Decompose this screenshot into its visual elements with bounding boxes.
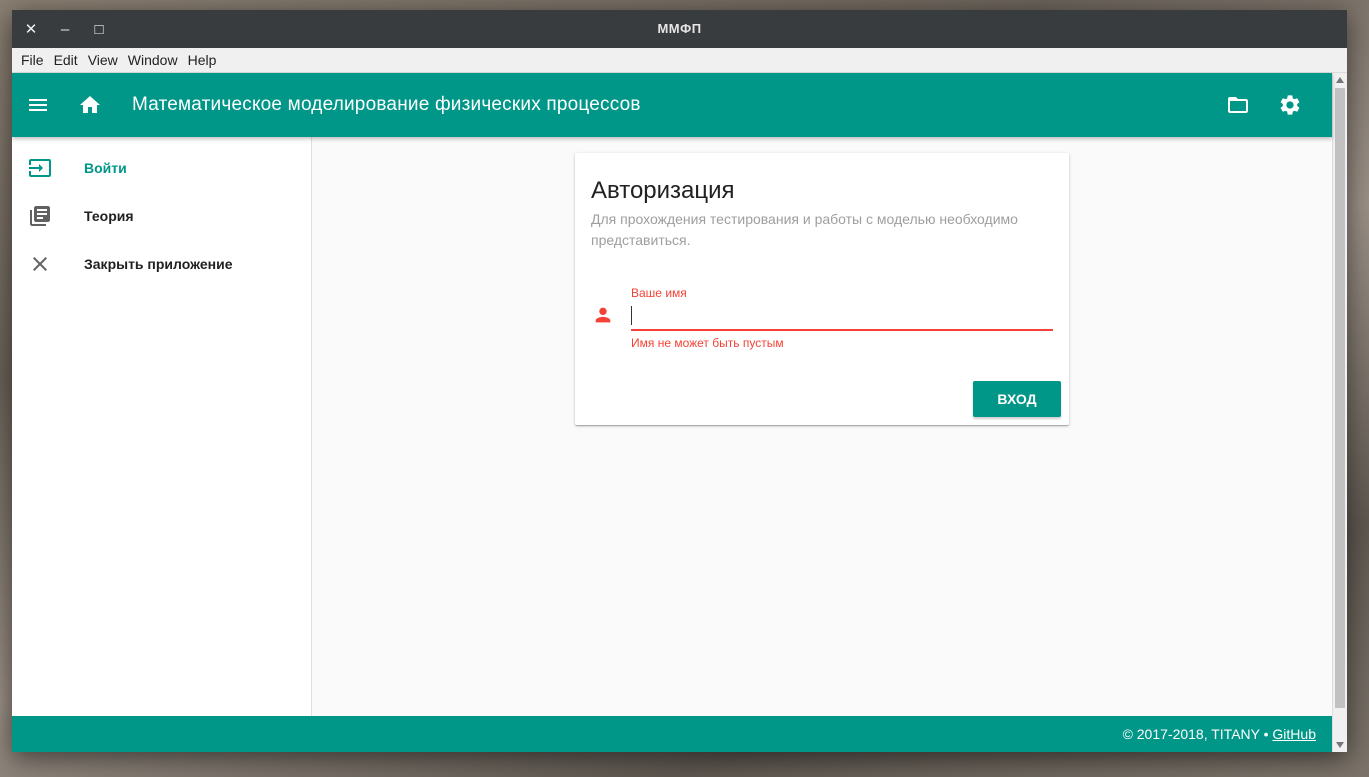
sidebar-item-theory[interactable]: Теория [12,192,311,240]
app-footer: © 2017-2018, TITANY • GitHub [12,716,1332,752]
sidebar-item-label: Войти [84,160,127,176]
footer-copyright: © 2017-2018, TITANY • [1122,726,1269,742]
window-titlebar: ✕ – □ ММФП [12,10,1347,48]
scroll-up-arrow-icon[interactable] [1336,77,1344,83]
menu-edit[interactable]: Edit [49,48,83,73]
name-field-label: Ваше имя [631,286,687,300]
menu-view[interactable]: View [83,48,123,73]
menu-window[interactable]: Window [123,48,183,73]
menu-icon[interactable] [12,73,64,137]
library-books-icon [12,204,68,228]
settings-icon[interactable] [1264,73,1316,137]
github-link[interactable]: GitHub [1272,726,1316,742]
app-window: ✕ – □ ММФП File Edit View Window Help Ма… [12,10,1347,752]
window-title: ММФП [657,21,702,36]
window-close-button[interactable]: ✕ [14,10,48,48]
app-toolbar: Математическое моделирование физических … [12,73,1332,137]
login-icon [12,156,68,180]
sidebar-item-label: Закрыть приложение [84,256,233,272]
person-icon [592,304,614,331]
folder-icon[interactable] [1212,73,1264,137]
window-minimize-button[interactable]: – [48,10,82,48]
home-icon[interactable] [64,73,116,137]
scrollbar-thumb[interactable] [1335,88,1345,708]
sidebar-nav: Войти Теория Закрыть приложение [12,137,312,716]
auth-card-title: Авторизация [591,177,735,204]
name-field-error: Имя не может быть пустым [631,336,784,350]
text-caret [631,306,632,325]
main-area: Авторизация Для прохождения тестирования… [312,137,1332,716]
sidebar-item-login[interactable]: Войти [12,144,311,192]
close-icon [12,252,68,276]
auth-card: Авторизация Для прохождения тестирования… [575,153,1069,425]
window-maximize-button[interactable]: □ [82,10,116,48]
name-input[interactable] [631,303,1053,331]
sidebar-item-label: Теория [84,208,134,224]
app-title: Математическое моделирование физических … [132,94,641,115]
menubar: File Edit View Window Help [12,48,1347,73]
scroll-down-arrow-icon[interactable] [1336,742,1344,748]
login-button[interactable]: ВХОД [973,381,1061,417]
sidebar-item-close-app[interactable]: Закрыть приложение [12,240,311,288]
app-content: Математическое моделирование физических … [12,73,1347,752]
auth-card-subtitle: Для прохождения тестирования и работы с … [591,211,1018,248]
menu-help[interactable]: Help [183,48,222,73]
vertical-scrollbar[interactable] [1332,73,1347,752]
menu-file[interactable]: File [16,48,49,73]
